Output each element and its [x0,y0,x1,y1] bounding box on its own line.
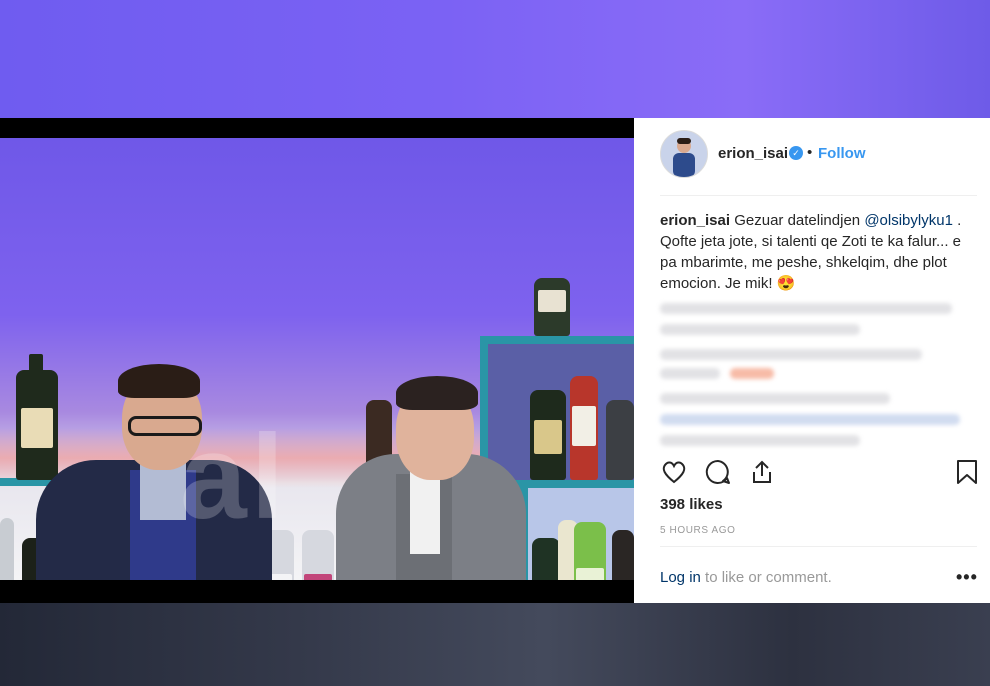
bottle-label [576,568,604,580]
bottle-label [21,408,53,448]
bottle [0,518,14,580]
post-timestamp[interactable]: 5 HOURS AGO [660,525,736,536]
bottle [532,538,560,580]
blurred-comment [660,303,952,314]
blurred-comment [660,349,922,360]
username-link[interactable]: erion_isai [718,145,788,162]
likes-count[interactable]: 398 likes [660,496,723,513]
bottle-neck [29,354,43,374]
verified-badge-icon: ✓ [789,146,803,160]
bottle-label [572,406,596,446]
more-options-button[interactable]: ••• [956,567,978,588]
right-shelf-frame [480,336,634,344]
login-suffix: to like or comment. [700,569,832,586]
blurred-comment [660,435,860,446]
caption-username[interactable]: erion_isai [660,212,730,229]
post-header: erion_isai ✓ • Follow [634,118,990,195]
blurred-comment [660,324,860,335]
share-icon[interactable] [748,458,776,491]
bottle-label [538,290,566,312]
post-photo[interactable]: al [0,138,634,580]
post-sidebar: erion_isai ✓ • Follow erion_isai Gezuar … [634,118,990,603]
blurred-comment [660,414,960,425]
avatar[interactable] [660,130,708,178]
login-link[interactable]: Log in [660,569,701,586]
letterbox-top [0,118,634,138]
login-prompt: Log in to like or comment. [660,569,832,586]
person-right-hair [396,376,478,410]
bottle-label [534,420,562,454]
letterbox-bottom [0,580,634,603]
person-left-hair [118,364,200,398]
heart-icon[interactable] [660,458,688,491]
follow-button[interactable]: Follow [818,145,866,162]
caption-mention[interactable]: @olsibylyku1 [864,212,953,229]
footer-divider [660,546,977,547]
separator-dot: • [807,144,813,161]
background-top [0,0,990,118]
blurred-comment [660,393,890,404]
bottle [606,400,634,480]
blurred-comment [660,368,720,379]
blurred-emoji [730,368,774,379]
syrup-bottle [302,530,334,580]
bookmark-icon[interactable] [954,458,980,491]
bottle [612,530,634,580]
post-caption: erion_isai Gezuar datelindjen @olsibylyk… [660,210,975,294]
comment-icon[interactable] [704,458,732,491]
header-divider [660,195,977,196]
caption-text: Gezuar datelindjen [730,212,865,229]
avatar-image [661,131,707,177]
watermark: al [180,410,289,544]
background-bottom [0,603,990,686]
